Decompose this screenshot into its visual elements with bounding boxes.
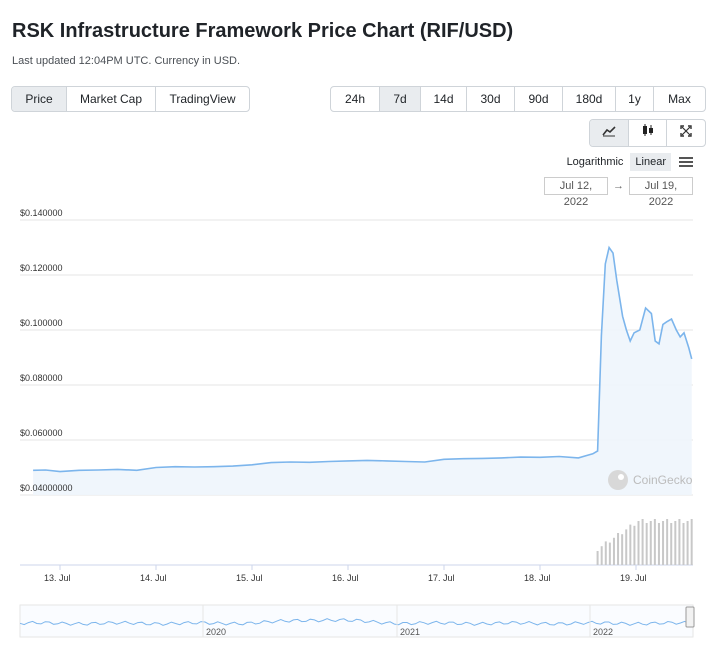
candlestick-icon[interactable] bbox=[628, 120, 666, 146]
y-tick-label: $0.100000 bbox=[20, 318, 63, 328]
date-range-arrow: → bbox=[613, 180, 624, 192]
volume-bar bbox=[621, 534, 624, 565]
range-24h-button[interactable]: 24h bbox=[331, 87, 379, 111]
navigator-year-label: 2022 bbox=[593, 627, 613, 637]
range-90d-button[interactable]: 90d bbox=[514, 87, 562, 111]
volume-bar bbox=[674, 521, 677, 565]
price-area bbox=[33, 245, 693, 495]
range-14d-button[interactable]: 14d bbox=[420, 87, 466, 111]
line-chart-icon[interactable] bbox=[590, 120, 628, 146]
price-area-fill bbox=[33, 247, 692, 495]
linear-option[interactable]: Linear bbox=[630, 153, 671, 171]
watermark-text: CoinGecko bbox=[633, 473, 693, 487]
volume-bar bbox=[604, 541, 607, 565]
volume-bar bbox=[633, 525, 636, 565]
tab-tradingview[interactable]: TradingView bbox=[155, 87, 249, 111]
volume-bar bbox=[625, 529, 628, 565]
x-tick-label: 17. Jul bbox=[428, 573, 455, 583]
date-to-input[interactable]: Jul 19, 2022 bbox=[629, 177, 693, 208]
chart-type-toggle bbox=[589, 119, 706, 147]
volume-bar bbox=[637, 521, 640, 565]
navigator[interactable]: 2020 2021 2022 bbox=[19, 604, 695, 638]
date-range: Jul 12, 2022 → Jul 19, 2022 bbox=[544, 177, 693, 208]
fullscreen-icon[interactable] bbox=[666, 120, 704, 146]
volume-bar bbox=[612, 537, 615, 565]
range-tabs: 24h 7d 14d 30d 90d 180d 1y Max bbox=[330, 86, 706, 112]
view-tabs: Price Market Cap TradingView bbox=[11, 86, 250, 112]
x-tick-label: 13. Jul bbox=[44, 573, 71, 583]
y-tick-label: $0.140000 bbox=[20, 208, 63, 218]
range-1y-button[interactable]: 1y bbox=[615, 87, 653, 111]
volume-bar bbox=[670, 523, 673, 565]
volume-bar bbox=[666, 519, 669, 565]
volume-bar bbox=[641, 519, 644, 565]
y-tick-label: $0.080000 bbox=[20, 373, 63, 383]
range-max-button[interactable]: Max bbox=[653, 87, 705, 111]
navigator-year-label: 2021 bbox=[400, 627, 420, 637]
tab-market-cap[interactable]: Market Cap bbox=[66, 87, 155, 111]
volume-bar bbox=[662, 521, 665, 565]
page-title: RSK Infrastructure Framework Price Chart… bbox=[12, 20, 514, 42]
logarithmic-option[interactable]: Logarithmic bbox=[562, 153, 629, 171]
volume-bar bbox=[596, 551, 599, 565]
x-tick-label: 15. Jul bbox=[236, 573, 263, 583]
y-tick-label: $0.060000 bbox=[20, 428, 63, 438]
range-7d-button[interactable]: 7d bbox=[379, 87, 420, 111]
y-tick-label: $0.120000 bbox=[20, 263, 63, 273]
tab-price[interactable]: Price bbox=[12, 87, 66, 111]
hamburger-menu-icon[interactable] bbox=[679, 155, 693, 169]
volume-bar bbox=[645, 523, 648, 565]
volume-bar bbox=[600, 546, 603, 565]
volume-bar bbox=[678, 519, 681, 565]
range-30d-button[interactable]: 30d bbox=[466, 87, 514, 111]
volume-bar bbox=[608, 542, 611, 565]
navigator-year-label: 2020 bbox=[206, 627, 226, 637]
scale-selector: Logarithmic Linear bbox=[560, 153, 693, 171]
x-tick-label: 16. Jul bbox=[332, 573, 359, 583]
price-chart[interactable]: $0.140000 $0.120000 $0.100000 $0.080000 $0.0… bbox=[0, 200, 711, 657]
range-180d-button[interactable]: 180d bbox=[562, 87, 615, 111]
volume-bar bbox=[682, 523, 685, 565]
date-from-input[interactable]: Jul 12, 2022 bbox=[544, 177, 608, 208]
last-updated-text: Last updated 12:04PM UTC. Currency in US… bbox=[12, 55, 241, 67]
volume-bar bbox=[657, 523, 660, 565]
x-tick-label: 18. Jul bbox=[524, 573, 551, 583]
volume-bar bbox=[629, 524, 632, 565]
grid bbox=[20, 219, 693, 566]
volume-bars bbox=[596, 519, 693, 565]
price-line bbox=[33, 245, 693, 473]
volume-bar bbox=[690, 519, 693, 565]
navigator-handle bbox=[685, 606, 695, 628]
volume-bar bbox=[617, 533, 620, 565]
volume-bar bbox=[653, 519, 656, 565]
y-axis-labels: $0.140000 $0.120000 $0.100000 $0.080000 $0.0… bbox=[20, 208, 73, 493]
x-tick-label: 19. Jul bbox=[620, 573, 647, 583]
x-axis-labels: 13. Jul 14. Jul 15. Jul 16. Jul 17. Jul 18. J… bbox=[44, 565, 647, 583]
x-tick-label: 14. Jul bbox=[140, 573, 167, 583]
volume-bar bbox=[649, 521, 652, 565]
volume-bar bbox=[686, 521, 689, 565]
y-tick-label: $0.04000000 bbox=[20, 483, 73, 493]
